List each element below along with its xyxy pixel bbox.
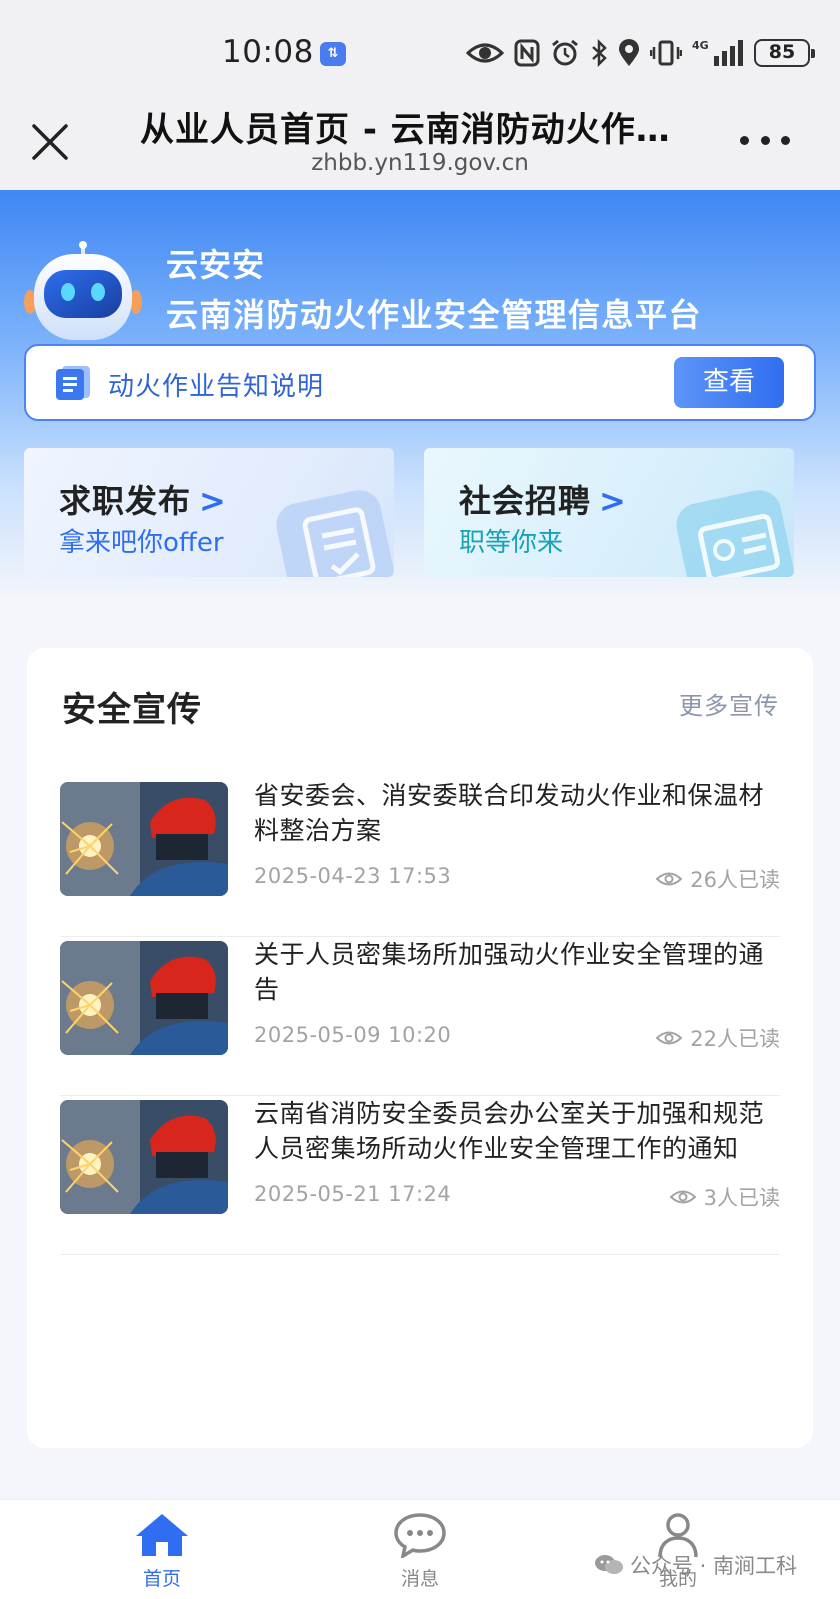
nav-home[interactable]: 首页 <box>102 1512 222 1591</box>
status-icons: 4G 85 <box>466 36 815 70</box>
safety-news-card: 安全宣传 更多宣传 省安委会、消安委联合印发动火作业和保温材料整治方案 2025… <box>27 648 813 1448</box>
clipboard-icon <box>276 490 394 577</box>
home-icon <box>136 1514 188 1556</box>
page-url: zhbb.yn119.gov.cn <box>311 150 529 176</box>
brand-name: 云安安 <box>166 246 266 284</box>
watermark-text: 公众号 · 南涧工科 <box>630 1554 798 1578</box>
title-bar: 从业人员首页 - 云南消防动火作业安全管理信息平台 zhbb.yn119.gov… <box>0 100 840 190</box>
eye-icon <box>466 43 504 63</box>
news-date: 2025-05-09 10:20 <box>254 1023 452 1047</box>
eye-icon <box>656 872 683 886</box>
recruitment-subtitle: 职等你来 <box>459 528 564 558</box>
dot-icon <box>760 135 770 145</box>
job-post-subtitle: 拿来吧你offer <box>59 528 224 558</box>
wechat-icon <box>595 1555 623 1574</box>
id-card-icon <box>676 490 794 577</box>
more-options-button[interactable] <box>740 130 790 150</box>
view-notice-button[interactable]: 查看 <box>674 357 784 408</box>
hero-banner: 云安安 云南消防动火作业安全管理信息平台 动火作业告知说明 查看 求职发布 > 拿… <box>0 190 840 600</box>
page-title: 从业人员首页 - 云南消防动火作业安全管理信息平台 <box>140 110 700 150</box>
location-icon <box>619 39 639 66</box>
recruitment-title: 社会招聘 > <box>459 476 627 522</box>
nav-messages[interactable]: 消息 <box>360 1512 480 1591</box>
eye-icon <box>669 1190 696 1204</box>
status-bar: 10:08 ⇅ 4G 85 <box>0 0 840 100</box>
welding-thumbnail <box>60 782 228 896</box>
document-icon <box>56 366 90 400</box>
news-title: 云南省消防安全委员会办公室关于加强和规范人员密集场所动火作业安全管理工作的通知 <box>254 1099 764 1163</box>
nfc-icon <box>514 39 540 67</box>
news-item[interactable]: 省安委会、消安委联合印发动火作业和保温材料整治方案 2025-04-23 17:… <box>60 778 780 937</box>
news-date: 2025-05-21 17:24 <box>254 1182 452 1206</box>
more-news-link[interactable]: 更多宣传 <box>679 686 779 721</box>
chevron-right-icon: > <box>199 482 227 520</box>
notice-text: 动火作业告知说明 <box>108 372 325 402</box>
vibrate-icon <box>650 40 682 66</box>
robot-mascot-icon <box>24 241 142 340</box>
news-read-count: 26人已读 <box>656 864 780 894</box>
notice-card[interactable]: 动火作业告知说明 查看 <box>24 344 816 421</box>
news-title: 关于人员密集场所加强动火作业安全管理的通告 <box>254 940 764 1004</box>
brand-subtitle: 云南消防动火作业安全管理信息平台 <box>166 296 703 334</box>
news-item[interactable]: 云南省消防安全委员会办公室关于加强和规范人员密集场所动火作业安全管理工作的通知 … <box>60 1096 780 1255</box>
read-count-text: 22人已读 <box>690 1027 780 1051</box>
news-read-count: 3人已读 <box>669 1182 780 1212</box>
watermark: 公众号 · 南涧工科 <box>594 1550 797 1580</box>
dot-icon <box>740 135 749 145</box>
welding-thumbnail <box>60 941 228 1055</box>
section-title: 安全宣传 <box>62 690 202 730</box>
chevron-right-icon: > <box>599 482 627 520</box>
data-transfer-icon: ⇅ <box>320 42 346 66</box>
news-date: 2025-04-23 17:53 <box>254 864 452 888</box>
bottom-nav: 首页 消息 我的 <box>0 1499 840 1599</box>
job-post-title-text: 求职发布 <box>59 482 192 520</box>
job-post-card[interactable]: 求职发布 > 拿来吧你offer <box>24 448 394 577</box>
alarm-icon <box>552 39 578 66</box>
svg-text:4G: 4G <box>692 39 709 52</box>
read-count-text: 3人已读 <box>703 1186 780 1210</box>
nav-home-label: 首页 <box>142 1568 181 1590</box>
news-item[interactable]: 关于人员密集场所加强动火作业安全管理的通告 2025-05-09 10:20 2… <box>60 937 780 1096</box>
read-count-text: 26人已读 <box>690 868 780 892</box>
job-post-title: 求职发布 > <box>59 476 227 522</box>
welding-thumbnail <box>60 1100 228 1214</box>
signal-icon: 4G <box>692 39 743 66</box>
recruitment-card[interactable]: 社会招聘 > 职等你来 <box>424 448 794 577</box>
bluetooth-icon <box>592 39 607 67</box>
dot-icon <box>781 135 790 145</box>
recruitment-title-text: 社会招聘 <box>459 482 592 520</box>
news-read-count: 22人已读 <box>656 1023 780 1053</box>
eye-icon <box>656 1031 683 1045</box>
status-time: 10:08 <box>222 34 314 70</box>
battery-indicator: 85 <box>754 39 815 67</box>
nav-messages-label: 消息 <box>400 1568 439 1590</box>
news-title: 省安委会、消安委联合印发动火作业和保温材料整治方案 <box>254 781 764 845</box>
message-icon <box>394 1513 446 1560</box>
